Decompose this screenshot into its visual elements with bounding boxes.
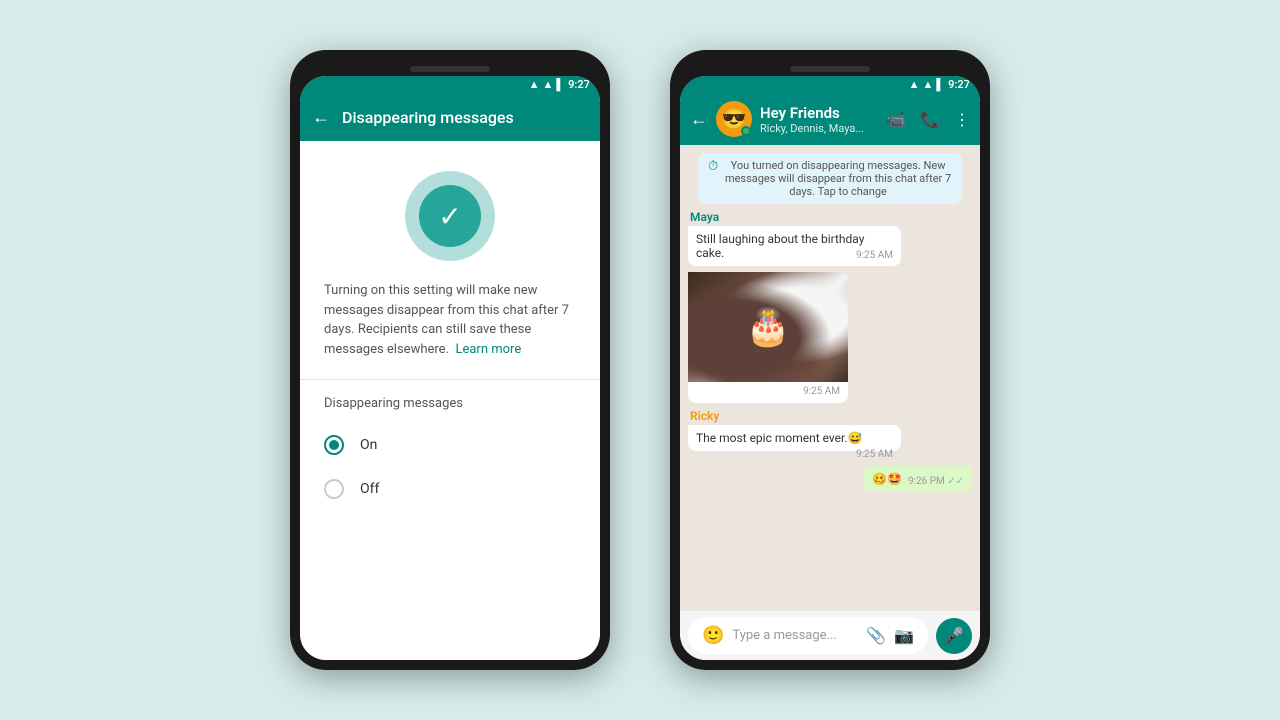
time-maya-text: 9:25 AM xyxy=(856,250,893,261)
radio-inner-on xyxy=(329,440,339,450)
attachment-icon[interactable]: 📎 xyxy=(866,626,886,645)
image-time: 9:25 AM xyxy=(688,382,848,403)
icon-area: ✓ xyxy=(300,141,600,281)
battery-icon: ▌ xyxy=(556,78,564,91)
message-text-maya: Still laughing about the birthday cake. xyxy=(696,232,864,260)
disappearing-icon: ⏱ xyxy=(708,159,718,174)
radio-label-off: Off xyxy=(360,481,379,497)
more-options-icon[interactable]: ⋮ xyxy=(954,110,970,129)
chat-background: ⏱ You turned on disappearing messages. N… xyxy=(680,145,980,660)
message-sent: 🥴🤩 9:26 PM ✓✓ xyxy=(864,466,972,492)
radio-outer-on xyxy=(324,435,344,455)
timer-circle: ✓ xyxy=(405,171,495,261)
message-maya-image: 🎂 9:25 AM xyxy=(688,272,848,403)
image-bubble-maya: 🎂 9:25 AM xyxy=(688,272,848,403)
radio-outer-off xyxy=(324,479,344,499)
bubble-ricky: The most epic moment ever.😅 9:25 AM xyxy=(688,425,901,451)
bubble-maya-text: Still laughing about the birthday cake. … xyxy=(688,226,901,266)
message-text-sent: 🥴🤩 xyxy=(872,472,902,486)
phone-notch-2 xyxy=(680,60,980,76)
notch-bar-2 xyxy=(790,66,870,72)
phone-notch-1 xyxy=(300,60,600,76)
system-message[interactable]: ⏱ You turned on disappearing messages. N… xyxy=(698,153,962,204)
phone-screen-1: ▲ ▲ ▌ 9:27 ← Disappearing messages ✓ xyxy=(300,76,600,660)
back-button-1[interactable]: ← xyxy=(312,107,330,128)
time-ricky: 9:25 AM xyxy=(856,449,893,460)
radio-off[interactable]: Off xyxy=(300,467,600,511)
sender-maya: Maya xyxy=(688,210,901,224)
chat-members: Ricky, Dennis, Maya... xyxy=(760,122,878,135)
timer-inner: ✓ xyxy=(419,185,481,247)
status-icons-1: ▲ ▲ ▌ xyxy=(529,78,565,91)
settings-content: ✓ Turning on this setting will make new … xyxy=(300,141,600,660)
description-text: Turning on this setting will make new me… xyxy=(324,283,569,357)
wifi-icon: ▲ xyxy=(529,78,540,91)
chat-input-bar: 🙂 Type a message... 📎 📷 🎤 xyxy=(680,611,980,660)
status-bar-1: ▲ ▲ ▌ 9:27 xyxy=(300,76,600,93)
bubble-sent: 🥴🤩 9:26 PM ✓✓ xyxy=(864,466,972,492)
check-icon: ✓ xyxy=(438,200,461,233)
radio-on[interactable]: On xyxy=(300,423,600,467)
app-bar-1: ← Disappearing messages xyxy=(300,93,600,141)
status-time-1: 9:27 xyxy=(568,78,590,91)
screen-title-1: Disappearing messages xyxy=(342,108,588,127)
chat-messages: ⏱ You turned on disappearing messages. N… xyxy=(680,145,980,611)
message-maya-text: Maya Still laughing about the birthday c… xyxy=(688,210,901,266)
chat-actions: 📹 📞 ⋮ xyxy=(886,110,970,129)
status-icons-2: ▲ ▲ ▌ xyxy=(909,78,945,91)
chat-app-bar: ← 😎 Hey Friends Ricky, Dennis, Maya... 📹… xyxy=(680,93,980,145)
call-icon[interactable]: 📞 xyxy=(920,110,940,129)
divider-1 xyxy=(300,379,600,380)
battery-icon-2: ▌ xyxy=(936,78,944,91)
cake-emoji: 🎂 xyxy=(746,306,791,348)
chat-input-wrapper[interactable]: 🙂 Type a message... 📎 📷 xyxy=(688,617,928,654)
status-time-2: 9:27 xyxy=(948,78,970,91)
notch-bar-1 xyxy=(410,66,490,72)
message-text-ricky: The most epic moment ever.😅 xyxy=(696,431,862,445)
radio-label-on: On xyxy=(360,437,377,453)
wifi-icon-2: ▲ xyxy=(909,78,920,91)
camera-icon[interactable]: 📷 xyxy=(894,626,914,645)
chat-name: Hey Friends xyxy=(760,104,878,122)
online-indicator xyxy=(741,126,751,136)
back-button-2[interactable]: ← xyxy=(690,109,708,130)
mic-icon: 🎤 xyxy=(944,626,964,645)
signal-icon: ▲ xyxy=(542,78,553,91)
video-call-icon[interactable]: 📹 xyxy=(886,110,906,129)
phone-2: ▲ ▲ ▌ 9:27 ← 😎 Hey Friends Ricky, Dennis… xyxy=(670,50,990,670)
status-bar-2: ▲ ▲ ▌ 9:27 xyxy=(680,76,980,93)
settings-description: Turning on this setting will make new me… xyxy=(300,281,600,379)
learn-more-link[interactable]: Learn more xyxy=(455,342,521,357)
system-message-text: You turned on disappearing messages. New… xyxy=(724,159,952,198)
sender-ricky: Ricky xyxy=(688,409,901,423)
chat-avatar: 😎 xyxy=(716,101,752,137)
emoji-input-icon[interactable]: 🙂 xyxy=(702,625,724,646)
message-ricky: Ricky The most epic moment ever.😅 9:25 A… xyxy=(688,409,901,460)
section-title: Disappearing messages xyxy=(300,396,600,423)
chat-input-placeholder[interactable]: Type a message... xyxy=(732,628,858,643)
read-ticks: ✓✓ xyxy=(947,476,964,487)
chat-info[interactable]: Hey Friends Ricky, Dennis, Maya... xyxy=(760,104,878,135)
time-sent: 9:26 PM ✓✓ xyxy=(908,476,964,487)
cake-image: 🎂 xyxy=(688,272,848,382)
phone-screen-2: ▲ ▲ ▌ 9:27 ← 😎 Hey Friends Ricky, Dennis… xyxy=(680,76,980,660)
mic-button[interactable]: 🎤 xyxy=(936,618,972,654)
phone-1: ▲ ▲ ▌ 9:27 ← Disappearing messages ✓ xyxy=(290,50,610,670)
signal-icon-2: ▲ xyxy=(922,78,933,91)
